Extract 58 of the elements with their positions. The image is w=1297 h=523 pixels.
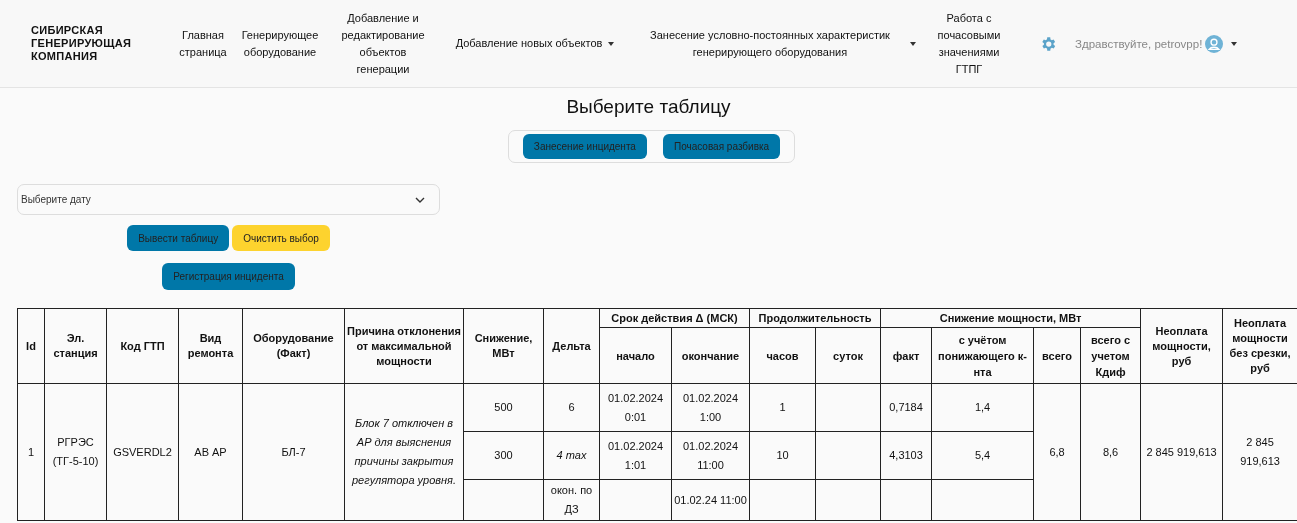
- table-cell: 01.02.2024 0:01: [599, 383, 672, 432]
- table-cell: 6,8: [1033, 383, 1081, 521]
- select-placeholder: Выберите дату: [21, 194, 91, 205]
- table-cell: 6: [543, 383, 600, 432]
- chevron-icon: [415, 196, 425, 203]
- column-header: Неоплата мощности, руб: [1140, 308, 1223, 384]
- table-cell: GSVERDL2: [106, 383, 179, 521]
- nav-link[interactable]: Добавление и редактирование объектов генерации: [327, 9, 439, 78]
- column-header: с учётом понижающего к-нта: [931, 327, 1034, 384]
- column-header: часов: [749, 327, 816, 384]
- table-cell: РГРЭС (ТГ-5-10): [44, 383, 107, 521]
- column-header: факт: [880, 327, 932, 384]
- nav-dropdown[interactable]: Добавление новых объектов: [439, 35, 631, 52]
- column-header: Вид ремонта: [178, 308, 243, 384]
- table-cell: 500: [463, 383, 544, 432]
- column-group-header: Снижение мощности, МВт: [880, 308, 1141, 328]
- avatar-icon[interactable]: [1205, 34, 1224, 53]
- user-menu[interactable]: Здравствуйте, petrovpp!: [1075, 34, 1238, 53]
- table-cell: 4 max: [543, 431, 600, 480]
- table-cell: 01.02.2024 1:00: [671, 383, 750, 432]
- table-cell: окон. по ДЗ: [543, 479, 600, 521]
- brand-logo[interactable]: СИБИРСКАЯ ГЕНЕРИРУЮЩАЯ КОМПАНИЯ: [31, 24, 151, 63]
- nav-link[interactable]: Главная страница: [173, 26, 233, 61]
- table-cell: 01.02.2024 1:01: [599, 431, 672, 480]
- column-header: Снижение, МВт: [463, 308, 544, 384]
- table-cell: 10: [749, 431, 816, 480]
- table-cell: 2 845 919,613: [1140, 383, 1223, 521]
- clear-button[interactable]: Очистить выбор: [232, 225, 330, 251]
- nav-link[interactable]: Генерирующее оборудование: [233, 26, 327, 61]
- table-cell: БЛ-7: [242, 383, 345, 521]
- table-cell: Блок 7 отключен в АР для выяснения причины закрытия регулятора уровня.: [344, 383, 464, 521]
- column-header: Id: [17, 308, 45, 384]
- column-header: всего: [1033, 327, 1081, 384]
- column-header: Код ГТП: [106, 308, 179, 384]
- column-header: Эл. станция: [44, 308, 107, 384]
- table-cell: 1: [749, 383, 816, 432]
- table-cell: 0,7184: [880, 383, 932, 432]
- column-header: Дельта: [543, 308, 600, 384]
- column-group-header: Продолжительность: [749, 308, 881, 328]
- column-header: суток: [815, 327, 881, 384]
- column-group-header: Срок действия Δ (МСК): [599, 308, 750, 328]
- column-header: Причина отклонения от максимальной мощности: [344, 308, 464, 384]
- column-header: Неоплата мощности без срезки, руб: [1222, 308, 1297, 384]
- column-header: окончание: [671, 327, 750, 384]
- date-select[interactable]: Выберите дату: [17, 184, 440, 215]
- table-cell: 4,3103: [880, 431, 932, 480]
- table-cell: 01.02.2024 11:00: [671, 431, 750, 480]
- table-cell: АВ АР: [178, 383, 243, 521]
- column-header: начало: [599, 327, 672, 384]
- table-cell: 8,6: [1080, 383, 1141, 521]
- nav-dropdown[interactable]: Занесение условно-постоянных характеристик генерирующего оборудования: [631, 26, 921, 61]
- table-cell: 1: [17, 383, 45, 521]
- page-title: Выберите таблицу: [565, 95, 732, 119]
- table-cell: 1,4: [931, 383, 1034, 432]
- table-cell: 300: [463, 431, 544, 480]
- nav-link[interactable]: Работа с почасовыми значениями ГТПГ: [921, 9, 1017, 78]
- column-header: Оборудование (Факт): [242, 308, 345, 384]
- table-cell: 01.02.24 11:00: [671, 479, 750, 521]
